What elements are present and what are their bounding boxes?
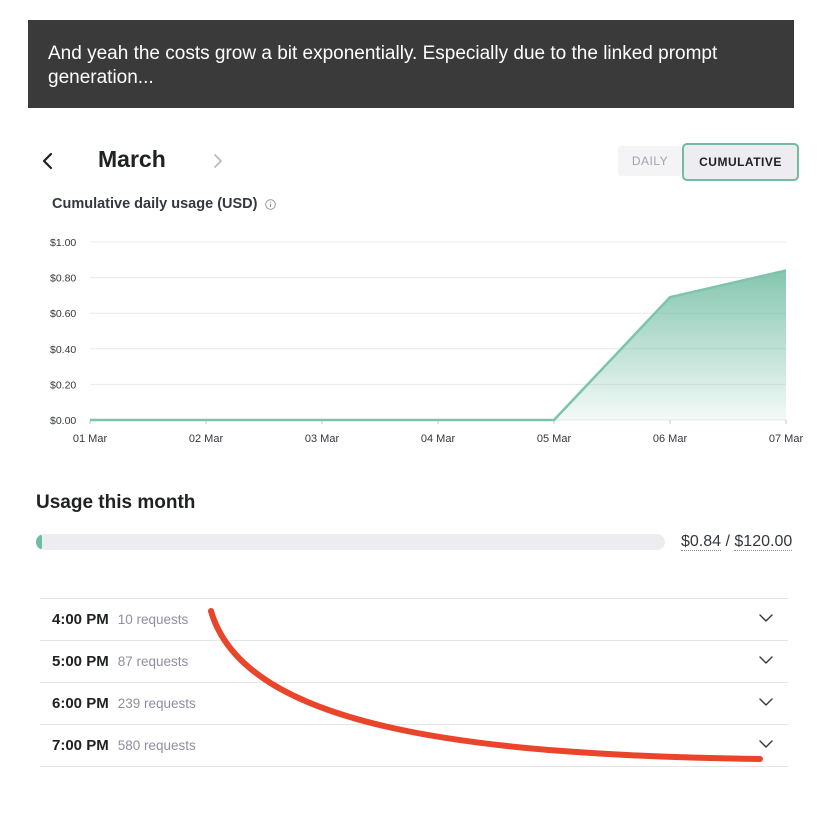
- chevron-left-icon: [42, 152, 53, 170]
- usage-limit[interactable]: $120.00: [734, 533, 793, 551]
- x-tick-label: 07 Mar: [769, 433, 804, 445]
- caption-text: And yeah the costs grow a bit exponentia…: [48, 43, 718, 88]
- hourly-row[interactable]: 7:00 PM 580 requests: [40, 725, 788, 767]
- month-title: March: [98, 146, 166, 172]
- usage-amount: $0.84 / $120.00: [681, 533, 793, 551]
- usage-progress-fill: [36, 534, 42, 550]
- y-tick-label: $0.60: [50, 308, 76, 320]
- hourly-row[interactable]: 6:00 PM 239 requests: [40, 683, 788, 725]
- y-tick-label: $0.00: [50, 415, 76, 427]
- x-tick-label: 01 Mar: [73, 433, 108, 445]
- hour-requests: 10 requests: [117, 612, 189, 627]
- x-tick-label: 06 Mar: [653, 433, 688, 445]
- hour-requests: 87 requests: [117, 654, 189, 669]
- y-tick-label: $1.00: [50, 237, 76, 249]
- series-area: [90, 270, 786, 420]
- usage-chart: $0.00 $0.20 $0.40 $0.60 $0.80 $1.00 01 Mar 02 M…: [50, 237, 804, 445]
- usage-separator: /: [725, 533, 730, 550]
- hour-time: 6:00 PM: [52, 695, 109, 712]
- chart-title: Cumulative daily usage (USD): [52, 196, 258, 212]
- x-tick-label: 02 Mar: [189, 433, 224, 445]
- caption-banner: And yeah the costs grow a bit exponentia…: [28, 20, 794, 108]
- hour-requests: 580 requests: [117, 738, 196, 753]
- hour-time: 5:00 PM: [52, 653, 109, 670]
- chevron-down-icon[interactable]: [758, 613, 774, 623]
- hourly-list: 4:00 PM 10 requests 5:00 PM 87 requests …: [40, 598, 788, 767]
- chevron-down-icon[interactable]: [758, 697, 774, 707]
- chevron-down-icon[interactable]: [758, 739, 774, 749]
- y-tick-label: $0.40: [50, 344, 76, 356]
- chart-title-row: Cumulative daily usage (USD): [52, 196, 277, 212]
- x-tick-label: 03 Mar: [305, 433, 340, 445]
- hour-time: 4:00 PM: [52, 611, 109, 628]
- x-tick-label: 04 Mar: [421, 433, 456, 445]
- hour-requests: 239 requests: [117, 696, 196, 711]
- usage-progress-bar: [36, 534, 665, 550]
- hourly-row[interactable]: 4:00 PM 10 requests: [40, 599, 788, 641]
- usage-used[interactable]: $0.84: [681, 533, 722, 551]
- y-tick-label: $0.20: [50, 379, 76, 391]
- hour-time: 7:00 PM: [52, 737, 109, 754]
- cumulative-toggle-button[interactable]: CUMULATIVE: [682, 143, 799, 181]
- usage-heading: Usage this month: [36, 492, 196, 513]
- chevron-right-icon: [214, 154, 222, 168]
- chevron-down-icon[interactable]: [758, 655, 774, 665]
- y-tick-label: $0.80: [50, 273, 76, 285]
- info-icon[interactable]: [265, 198, 277, 210]
- previous-month-button[interactable]: [36, 150, 60, 172]
- hourly-row[interactable]: 5:00 PM 87 requests: [40, 641, 788, 683]
- daily-toggle-button[interactable]: DAILY: [618, 146, 682, 176]
- x-tick-label: 05 Mar: [537, 433, 572, 445]
- next-month-button[interactable]: [206, 150, 230, 172]
